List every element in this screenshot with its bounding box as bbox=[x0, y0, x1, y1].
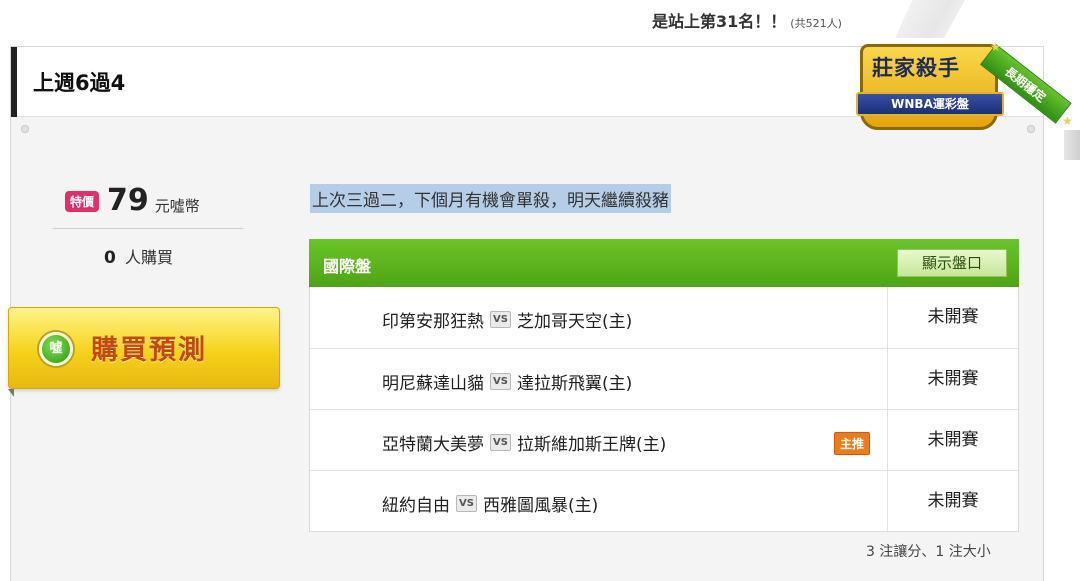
home-team: 達拉斯飛翼(主) bbox=[517, 374, 633, 394]
rivet-icon bbox=[21, 125, 29, 133]
games-header: 國際盤 顯示盤口 bbox=[309, 239, 1019, 287]
vs-icon: VS bbox=[456, 495, 477, 512]
scroll-edge bbox=[1064, 130, 1080, 160]
top-decoration bbox=[895, 0, 965, 38]
divider bbox=[53, 228, 243, 229]
home-team: 拉斯維加斯王牌(主) bbox=[517, 435, 667, 455]
game-status: 未開賽 bbox=[927, 491, 979, 511]
rank-total: (共521人) bbox=[790, 17, 842, 30]
buyers-label: 人購買 bbox=[124, 248, 173, 267]
table-row: 亞特蘭大美夢 VS 拉斯維加斯王牌(主) 主推 未開賽 bbox=[310, 409, 1018, 470]
price-amount: 79 bbox=[107, 183, 149, 218]
vs-icon: VS bbox=[490, 373, 511, 390]
vs-icon: VS bbox=[490, 311, 511, 328]
bet-summary: 3 注讓分、1 注大小 bbox=[866, 544, 991, 560]
games-table: 國際盤 顯示盤口 印第安那狂熱 VS 芝加哥天空(主) 未開賽 明尼蘇達山貓 V… bbox=[309, 239, 1019, 532]
table-row: 明尼蘇達山貓 VS 達拉斯飛翼(主) 未開賽 bbox=[310, 348, 1018, 409]
ribbon-fold bbox=[8, 389, 14, 397]
matchup-cell: 亞特蘭大美夢 VS 拉斯維加斯王牌(主) 主推 bbox=[310, 410, 888, 470]
buy-prediction-button[interactable]: 噓 購買預測 bbox=[8, 307, 280, 389]
game-status: 未開賽 bbox=[927, 307, 979, 327]
special-price-tag: 特價 bbox=[65, 190, 100, 212]
header-accent-bar bbox=[11, 47, 17, 117]
table-row: 印第安那狂熱 VS 芝加哥天空(主) 未開賽 bbox=[310, 287, 1018, 348]
game-status: 未開賽 bbox=[927, 430, 979, 450]
star-icon: ★ bbox=[990, 40, 1001, 54]
bookmaker-killer-badge: 莊家殺手 WNBA運彩盤 長期穩定 ★ ★ bbox=[850, 36, 1080, 146]
away-team: 明尼蘇達山貓 bbox=[382, 374, 484, 394]
home-team: 芝加哥天空(主) bbox=[517, 312, 633, 332]
prediction-comment: 上次三過二，下個月有機會單殺，明天繼續殺豬 bbox=[310, 184, 671, 213]
show-odds-button[interactable]: 顯示盤口 bbox=[897, 249, 1007, 277]
rank-line: 是站上第31名！！ (共521人) bbox=[652, 8, 842, 31]
game-status: 未開賽 bbox=[927, 369, 979, 389]
table-row: 紐約自由 VS 西雅圖風暴(主) 未開賽 bbox=[310, 470, 1018, 531]
matchup-cell: 明尼蘇達山貓 VS 達拉斯飛翼(主) bbox=[310, 349, 888, 409]
matchup-cell: 印第安那狂熱 VS 芝加哥天空(主) bbox=[310, 287, 888, 348]
main-pick-badge: 主推 bbox=[834, 432, 871, 455]
vs-icon: VS bbox=[490, 434, 511, 451]
rank-text: 是站上第31名！！ bbox=[652, 12, 787, 31]
buy-button-label: 購買預測 bbox=[91, 335, 207, 366]
coin-icon: 噓 bbox=[39, 332, 73, 366]
badge-title: 莊家殺手 bbox=[872, 56, 960, 80]
games-body: 印第安那狂熱 VS 芝加哥天空(主) 未開賽 明尼蘇達山貓 VS 達拉斯飛翼(主… bbox=[309, 287, 1019, 532]
badge-ribbon: WNBA運彩盤 bbox=[856, 92, 1004, 116]
page-title: 上週6過4 bbox=[33, 71, 126, 95]
buyers-number: 0 bbox=[104, 248, 116, 268]
away-team: 亞特蘭大美夢 bbox=[382, 435, 484, 455]
home-team: 西雅圖風暴(主) bbox=[483, 496, 599, 516]
price-unit: 元噓幣 bbox=[154, 196, 200, 215]
matchup-cell: 紐約自由 VS 西雅圖風暴(主) bbox=[310, 471, 888, 531]
away-team: 紐約自由 bbox=[382, 496, 450, 516]
games-title: 國際盤 bbox=[323, 257, 372, 276]
price-row: 特價 79 元噓幣 bbox=[65, 186, 200, 216]
buyers-count: 0 人購買 bbox=[104, 244, 173, 268]
star-icon: ★ bbox=[1062, 114, 1073, 128]
away-team: 印第安那狂熱 bbox=[382, 312, 484, 332]
